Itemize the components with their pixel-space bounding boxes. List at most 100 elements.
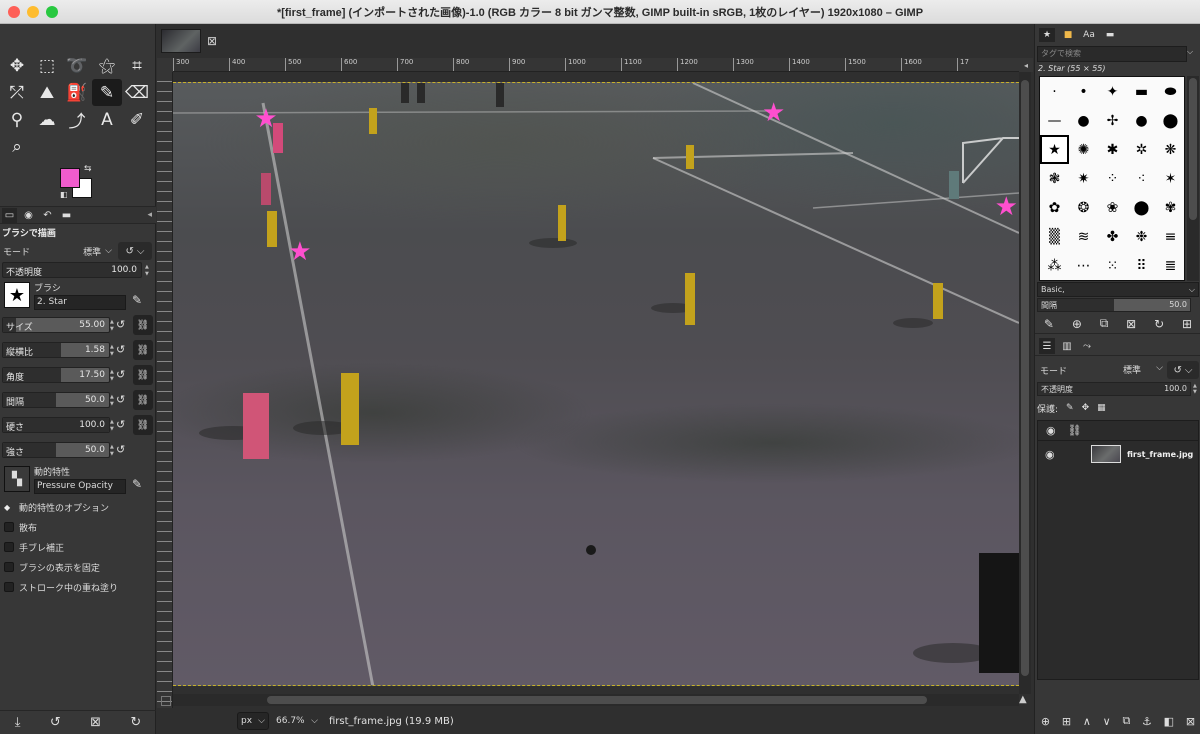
zoom-select[interactable]: 66.7% ⌵ [273,712,321,730]
brush-preset-icon[interactable]: ✶ [1156,164,1184,193]
link-to-device-icon[interactable]: ⛓ [133,365,153,385]
dock-menu-icon[interactable]: ◂ [147,210,152,220]
image-menu-icon[interactable]: ◂ [1019,58,1033,72]
open-as-image-icon[interactable]: ⊞ [1182,317,1192,331]
reset-icon[interactable]: ↺ [116,443,125,456]
layer-mode-select[interactable]: 標準 ⌵ [1123,363,1163,376]
link-to-device-icon[interactable]: ⛓ [133,390,153,410]
new-layer-icon[interactable]: ⊕ [1041,715,1050,728]
fuzzy-select-tool-icon[interactable]: ⚝ [92,52,122,79]
bucket-fill-tool-icon[interactable]: ⛽ [62,79,92,106]
layer-mode-reset-button[interactable]: ↺ ⌵ [1167,361,1199,379]
chevron-down-icon[interactable]: ⌵ [1187,47,1193,57]
brush-preset-icon[interactable]: ❉ [1127,222,1156,251]
crop-tool-icon[interactable]: ⌗ [122,52,152,79]
vertical-ruler[interactable] [157,72,173,708]
brush-preset-icon[interactable]: ❃ [1040,164,1069,193]
foreground-color-swatch[interactable] [60,168,80,188]
color-picker-tool-icon[interactable]: ✐ [122,106,152,133]
save-options-icon[interactable]: ⤓ [15,715,21,730]
layer-opacity-spinner[interactable]: ▲ ▼ [1193,383,1197,395]
vertical-scrollbar[interactable] [1019,72,1031,694]
swap-colors-icon[interactable]: ⇆ [84,164,92,174]
duplicate-layer-icon[interactable]: ⧉ [1122,714,1130,728]
option-checkbox-row[interactable]: ストローク中の重ね塗り [0,577,156,597]
brush-preset-icon[interactable]: ⁂ [1040,251,1069,280]
rect-select-tool-icon[interactable]: ⬚ [32,52,62,79]
brush-preset-icon[interactable]: ✢ [1098,106,1127,135]
reset-colors-icon[interactable]: ◧ [60,190,68,199]
brush-preset-icon[interactable]: ✺ [1069,135,1098,164]
duplicate-brush-icon[interactable]: ⧉ [1100,316,1109,331]
option-checkbox-row[interactable]: ブラシの表示を固定 [0,557,156,577]
delete-options-icon[interactable]: ⊠ [90,715,101,730]
brush-preset-icon[interactable]: — [1040,106,1069,135]
delete-brush-icon[interactable]: ⊠ [1126,317,1136,331]
brush-preview-button[interactable]: ★ [4,282,30,308]
refresh-brushes-icon[interactable]: ↻ [1154,317,1164,331]
anchor-layer-icon[interactable]: ⚓ [1142,715,1152,728]
brush-preset-icon[interactable]: ▬ [1127,77,1156,106]
brush-slider-4[interactable]: 硬さ 100.0 [2,417,110,433]
brush-name-field[interactable]: 2. Star [34,295,126,310]
device-status-tab-icon[interactable]: ◉ [21,208,36,223]
checkbox[interactable] [4,542,14,552]
brush-preset-icon[interactable]: ▒ [1040,222,1069,251]
fonts-tab-icon[interactable]: Aa [1081,28,1097,42]
paths-tab-icon[interactable]: ⤳ [1079,338,1095,354]
layer-opacity-slider[interactable]: 不透明度 100.0 [1037,382,1191,396]
tool-options-tab-icon[interactable]: ▭ [2,207,17,223]
document-history-tab-icon[interactable]: ▬ [1102,28,1118,42]
horizontal-ruler[interactable]: 300 400 500 600 700 800 900 1000 1100 1200 1300 140… [173,58,1019,72]
lower-layer-icon[interactable]: ∨ [1103,715,1111,728]
reset-icon[interactable]: ↺ [116,343,125,356]
brush-preset-icon[interactable]: ❂ [1069,193,1098,222]
brush-preset-icon[interactable]: ≣ [1156,251,1184,280]
image-canvas[interactable]: ★ ★ ★ ★ [173,82,1019,686]
mode-select[interactable]: 標準 ⌵ [70,242,114,260]
smudge-tool-icon[interactable]: ☁ [32,106,62,133]
layer-row[interactable]: ◉ first_frame.jpg [1038,441,1198,467]
brush-preset-icon[interactable]: ≋ [1069,222,1098,251]
brush-scroll-thumb[interactable] [1189,78,1197,220]
brush-slider-3[interactable]: 間隔 50.0 [2,392,110,408]
close-window-button[interactable] [8,6,20,18]
clone-tool-icon[interactable]: ⚲ [2,106,32,133]
dynamics-options-expander[interactable]: ◆ 動的特性のオプション [0,497,156,517]
layer-mask-icon[interactable]: ◧ [1164,715,1174,728]
option-checkbox-row[interactable]: 手ブレ補正 [0,537,156,557]
undo-history-tab-icon[interactable]: ↶ [40,208,55,223]
channels-tab-icon[interactable]: ▥ [1059,338,1075,354]
eraser-tool-icon[interactable]: ⌫ [122,79,152,106]
brush-slider-5[interactable]: 強さ 50.0 [2,442,110,458]
text-tool-icon[interactable]: A [92,106,122,133]
warp-tool-icon[interactable]: ⛰ [32,79,62,106]
brush-scrollbar[interactable] [1187,76,1199,281]
navigate-icon[interactable]: ▲ [1019,694,1031,706]
brush-preset-icon[interactable]: ⁘ [1098,164,1127,193]
brush-preset-icon[interactable]: ✱ [1098,135,1127,164]
reset-options-icon[interactable]: ↻ [130,715,141,730]
unit-select[interactable]: px ⌵ [237,712,269,730]
dynamics-preview-button[interactable]: ▚ [4,466,30,492]
new-brush-icon[interactable]: ⊕ [1072,317,1082,331]
paintbrush-tool-icon[interactable]: ✎ [92,79,122,106]
patterns-tab-icon[interactable]: ■ [1060,28,1076,42]
vertical-scroll-thumb[interactable] [1021,80,1029,676]
brush-preset-icon[interactable]: ✷ [1069,164,1098,193]
brush-star-icon[interactable]: ★ [1040,135,1069,164]
brush-preset-icon[interactable]: ≡ [1156,222,1184,251]
opacity-spinner[interactable]: ▲ ▼ [145,264,151,278]
raise-layer-icon[interactable]: ∧ [1083,715,1091,728]
quick-mask-toggle[interactable] [161,696,171,706]
brush-preset-icon[interactable]: ● [1069,106,1098,135]
move-tool-icon[interactable]: ✥ [2,52,32,79]
brush-preset-icon[interactable]: ⬤ [1156,106,1184,135]
link-to-device-icon[interactable]: ⛓ [133,315,153,335]
brushes-tab-icon[interactable]: ★ [1039,28,1055,42]
tag-search-input[interactable]: タグで検索 [1037,46,1187,62]
new-layer-group-icon[interactable]: ⊞ [1062,715,1071,728]
brush-preset-icon[interactable]: ✲ [1127,135,1156,164]
brush-preset-icon[interactable]: · [1040,77,1069,106]
brush-preset-icon[interactable]: ⋯ [1069,251,1098,280]
